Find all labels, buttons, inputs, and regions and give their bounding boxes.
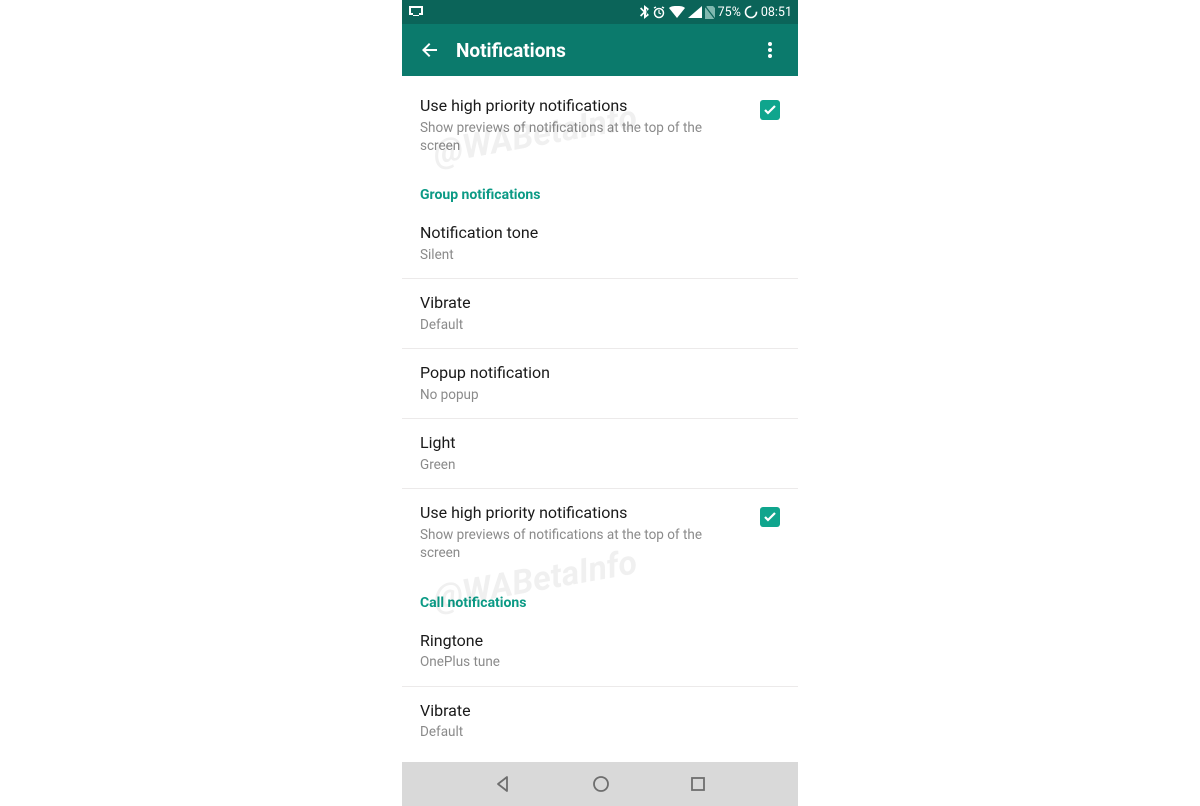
overflow-menu-button[interactable]: [752, 42, 788, 58]
setting-high-priority-group[interactable]: Use high priority notifications Show pre…: [402, 489, 798, 576]
setting-subtitle: Green: [420, 456, 720, 474]
clock-text: 08:51: [761, 5, 792, 20]
checkbox-checked-icon[interactable]: [760, 100, 780, 120]
setting-title: Popup notification: [420, 363, 780, 384]
setting-title: Use high priority notifications: [420, 96, 750, 117]
setting-popup[interactable]: Popup notification No popup: [402, 349, 798, 419]
page-title: Notifications: [448, 39, 752, 62]
setting-title: Notification tone: [420, 223, 780, 244]
setting-subtitle: Show previews of notifications at the to…: [420, 119, 720, 155]
battery-text: 75%: [718, 5, 741, 20]
setting-high-priority[interactable]: Use high priority notifications Show pre…: [402, 82, 798, 169]
setting-subtitle: Show previews of notifications at the to…: [420, 526, 720, 562]
nav-home-button[interactable]: [592, 775, 610, 793]
setting-vibrate[interactable]: Vibrate Default: [402, 279, 798, 349]
setting-call-vibrate[interactable]: Vibrate Default: [402, 687, 798, 756]
setting-subtitle: Silent: [420, 246, 720, 264]
nav-back-button[interactable]: [494, 775, 512, 793]
setting-title: Vibrate: [420, 701, 780, 722]
no-sim-icon: [705, 6, 715, 19]
loading-icon: [744, 5, 758, 19]
status-bar: 75% 08:51: [402, 0, 798, 24]
setting-title: Vibrate: [420, 293, 780, 314]
back-button[interactable]: [412, 40, 448, 60]
setting-title: Light: [420, 433, 780, 454]
setting-title: Use high priority notifications: [420, 503, 750, 524]
nav-recent-button[interactable]: [690, 776, 706, 792]
section-header-group: Group notifications: [402, 169, 798, 209]
section-header-call: Call notifications: [402, 577, 798, 617]
setting-subtitle: Default: [420, 723, 720, 741]
bluetooth-icon: [640, 5, 649, 19]
checkbox-checked-icon[interactable]: [760, 507, 780, 527]
settings-list: Use high priority notifications Show pre…: [402, 76, 798, 756]
setting-notification-tone[interactable]: Notification tone Silent: [402, 209, 798, 279]
app-bar: Notifications: [402, 24, 798, 76]
setting-ringtone[interactable]: Ringtone OnePlus tune: [402, 617, 798, 687]
alarm-icon: [652, 5, 666, 19]
setting-title: Ringtone: [420, 631, 780, 652]
wifi-icon: [669, 6, 685, 18]
phone-frame: 75% 08:51 Notifications Use high priorit…: [402, 0, 798, 806]
setting-subtitle: Default: [420, 316, 720, 334]
setting-subtitle: OnePlus tune: [420, 653, 720, 671]
screen-cast-icon: [408, 5, 424, 19]
setting-subtitle: No popup: [420, 386, 720, 404]
setting-light[interactable]: Light Green: [402, 419, 798, 489]
signal-icon: [688, 6, 702, 18]
navigation-bar: [402, 762, 798, 806]
